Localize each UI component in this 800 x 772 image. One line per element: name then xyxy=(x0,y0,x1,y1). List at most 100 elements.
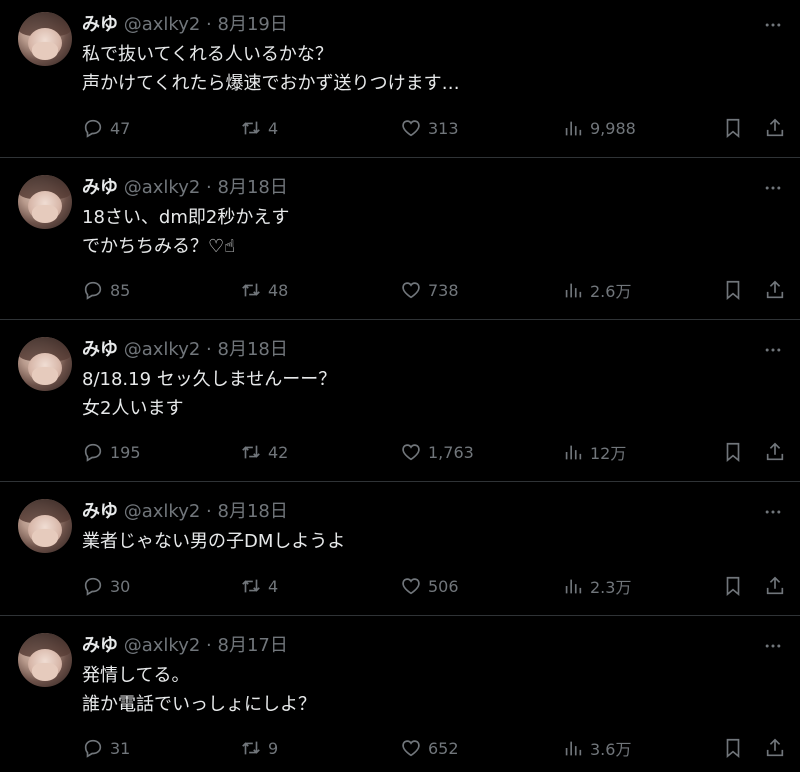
tweet-actions: 30 4 506 2.3万 xyxy=(82,573,800,599)
bookmark-icon xyxy=(726,118,740,139)
views-chart-icon xyxy=(565,741,582,756)
share-button[interactable] xyxy=(764,115,786,141)
bookmark-icon xyxy=(726,576,740,597)
tweet-date[interactable]: 8月18日 xyxy=(218,177,288,198)
share-icon xyxy=(766,280,784,299)
bookmark-button[interactable] xyxy=(722,735,744,761)
views-button[interactable]: 12万 xyxy=(562,439,626,465)
retweet-count: 4 xyxy=(268,118,279,138)
share-icon xyxy=(766,576,784,595)
like-button[interactable]: 1,763 xyxy=(400,439,474,465)
tweet[interactable]: みゆ @axlky2 · 8月18日 8/18.19 セッ久しませんーー？ 女2… xyxy=(0,320,800,482)
more-horizontal-icon[interactable] xyxy=(762,339,784,361)
user-handle[interactable]: @axlky2 xyxy=(124,339,201,360)
views-chart-icon xyxy=(565,579,582,594)
views-chart-icon xyxy=(565,121,582,136)
retweet-button[interactable]: 42 xyxy=(240,439,288,465)
views-chart-icon xyxy=(565,445,582,460)
tweet-date[interactable]: 8月17日 xyxy=(218,635,288,656)
retweet-button[interactable]: 48 xyxy=(240,277,288,303)
user-handle[interactable]: @axlky2 xyxy=(124,177,201,198)
bookmark-button[interactable] xyxy=(722,277,744,303)
views-count: 2.6万 xyxy=(590,282,632,301)
retweet-icon xyxy=(242,741,260,755)
tweet-actions: 31 9 652 3.6万 xyxy=(82,735,800,761)
reply-button[interactable]: 47 xyxy=(82,115,130,141)
bookmark-button[interactable] xyxy=(722,439,744,465)
like-button[interactable]: 313 xyxy=(400,115,459,141)
avatar[interactable] xyxy=(18,337,72,391)
reply-icon xyxy=(84,281,102,300)
tweet-date[interactable]: 8月18日 xyxy=(218,501,288,522)
share-button[interactable] xyxy=(764,735,786,761)
more-horizontal-icon[interactable] xyxy=(762,501,784,523)
separator-dot: · xyxy=(206,14,212,35)
display-name[interactable]: みゆ xyxy=(82,635,118,656)
retweet-count: 9 xyxy=(268,738,279,758)
reply-icon xyxy=(84,119,102,138)
reply-icon xyxy=(84,443,102,462)
avatar[interactable] xyxy=(18,12,72,66)
tweet-text: 発情してる。 誰か電話でいっしょにしよ？ xyxy=(82,665,316,715)
like-button[interactable]: 652 xyxy=(400,735,459,761)
views-count: 2.3万 xyxy=(590,578,632,597)
display-name[interactable]: みゆ xyxy=(82,177,118,198)
avatar[interactable] xyxy=(18,175,72,229)
views-button[interactable]: 9,988 xyxy=(562,115,636,141)
tweet[interactable]: みゆ @axlky2 · 8月19日 私で抜いてくれる人いるかな？ 声かけてくれ… xyxy=(0,0,800,158)
reply-button[interactable]: 195 xyxy=(82,439,141,465)
retweet-button[interactable]: 9 xyxy=(240,735,278,761)
tweet-text: 18さい、dm即2秒かえす でかちちみる？♡☝ xyxy=(82,207,290,257)
tweet-date[interactable]: 8月19日 xyxy=(218,14,288,35)
reply-count: 31 xyxy=(110,738,131,758)
tweet[interactable]: みゆ @axlky2 · 8月18日 業者じゃない男の子DMしようよ 30 4 … xyxy=(0,482,800,616)
reply-button[interactable]: 31 xyxy=(82,735,130,761)
reply-icon xyxy=(84,577,102,596)
avatar[interactable] xyxy=(18,499,72,553)
views-button[interactable]: 2.6万 xyxy=(562,277,631,303)
user-handle[interactable]: @axlky2 xyxy=(124,14,201,35)
display-name[interactable]: みゆ xyxy=(82,14,118,35)
tweet[interactable]: みゆ @axlky2 · 8月17日 発情してる。 誰か電話でいっしょにしよ？ … xyxy=(0,616,800,772)
tweet-text: 業者じゃない男の子DMしようよ xyxy=(82,531,346,552)
share-button[interactable] xyxy=(764,277,786,303)
bookmark-button[interactable] xyxy=(722,115,744,141)
user-handle[interactable]: @axlky2 xyxy=(124,635,201,656)
more-horizontal-icon[interactable] xyxy=(762,177,784,199)
share-button[interactable] xyxy=(764,439,786,465)
share-icon xyxy=(766,738,784,757)
share-button[interactable] xyxy=(764,573,786,599)
separator-dot: · xyxy=(206,635,212,656)
tweet-header: みゆ @axlky2 · 8月18日 xyxy=(82,337,288,363)
views-button[interactable]: 2.3万 xyxy=(562,573,631,599)
reply-count: 195 xyxy=(110,442,141,462)
display-name[interactable]: みゆ xyxy=(82,339,118,360)
more-horizontal-icon[interactable] xyxy=(762,14,784,36)
tweet-actions: 47 4 313 9,988 xyxy=(82,115,800,141)
reply-button[interactable]: 30 xyxy=(82,573,130,599)
retweet-button[interactable]: 4 xyxy=(240,115,278,141)
separator-dot: · xyxy=(206,339,212,360)
like-count: 313 xyxy=(428,118,459,138)
heart-icon xyxy=(402,120,420,137)
display-name[interactable]: みゆ xyxy=(82,501,118,522)
bookmark-button[interactable] xyxy=(722,573,744,599)
tweet-text: 私で抜いてくれる人いるかな？ 声かけてくれたら爆速でおかず送りつけます… xyxy=(82,44,460,94)
tweet-header: みゆ @axlky2 · 8月18日 xyxy=(82,499,288,525)
views-button[interactable]: 3.6万 xyxy=(562,735,631,761)
tweet-actions: 85 48 738 2.6万 xyxy=(82,277,800,303)
tweet-feed: みゆ @axlky2 · 8月19日 私で抜いてくれる人いるかな？ 声かけてくれ… xyxy=(0,0,800,772)
tweet[interactable]: みゆ @axlky2 · 8月18日 18さい、dm即2秒かえす でかちちみる？… xyxy=(0,158,800,320)
tweet-date[interactable]: 8月18日 xyxy=(218,339,288,360)
heart-icon xyxy=(402,578,420,595)
more-horizontal-icon[interactable] xyxy=(762,635,784,657)
retweet-icon xyxy=(242,121,260,135)
like-button[interactable]: 738 xyxy=(400,277,459,303)
user-handle[interactable]: @axlky2 xyxy=(124,501,201,522)
like-button[interactable]: 506 xyxy=(400,573,459,599)
avatar[interactable] xyxy=(18,633,72,687)
retweet-button[interactable]: 4 xyxy=(240,573,278,599)
share-icon xyxy=(766,442,784,461)
like-count: 1,763 xyxy=(428,442,474,462)
reply-button[interactable]: 85 xyxy=(82,277,130,303)
